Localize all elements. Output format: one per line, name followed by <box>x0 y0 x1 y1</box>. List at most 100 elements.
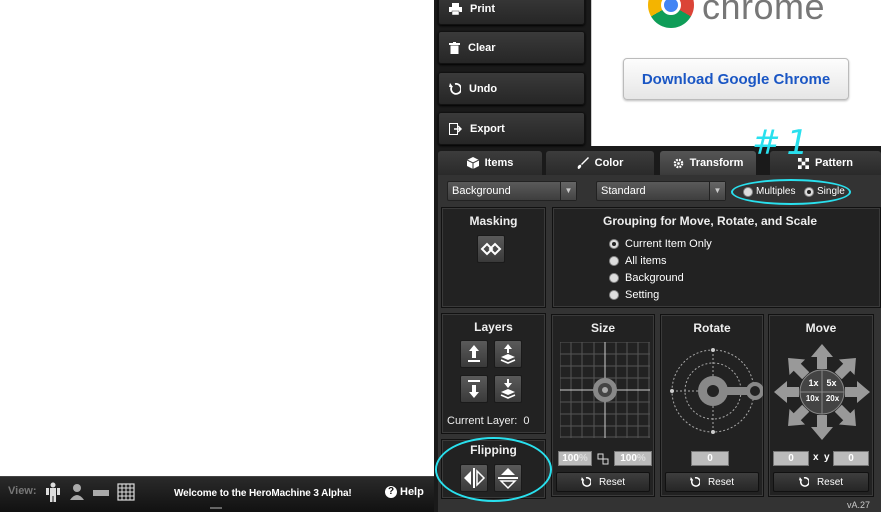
paintbrush-icon <box>577 157 589 169</box>
current-layer-value: 0 <box>523 415 530 427</box>
print-label: Print <box>470 2 496 15</box>
size-width-field[interactable]: 100% <box>558 451 592 466</box>
printer-icon <box>449 2 462 15</box>
flipping-title: Flipping <box>470 443 517 457</box>
grouping-option-background[interactable]: Background <box>609 272 684 284</box>
clear-label: Clear <box>468 41 496 54</box>
lock-aspect-icon[interactable] <box>596 451 610 467</box>
version-label: vA.27 <box>847 500 871 510</box>
move-step-10x-button[interactable]: 10x <box>803 394 822 403</box>
annotation-label: #1 <box>752 123 815 163</box>
move-y-label: y <box>824 452 830 463</box>
flip-horizontal-icon <box>464 468 486 488</box>
mask-icon <box>480 242 502 256</box>
grouping-option-label: Setting <box>625 289 660 301</box>
drawing-canvas[interactable] <box>0 0 434 476</box>
control-panel: Print Clear Undo Export chrome Download … <box>434 0 881 512</box>
flip-vertical-icon <box>498 468 518 490</box>
tab-transform[interactable]: Transform <box>660 151 756 175</box>
flip-vertical-button[interactable] <box>494 464 522 492</box>
undo-icon <box>449 82 461 95</box>
move-title: Move <box>805 321 837 335</box>
arrow-down-icon <box>811 415 833 440</box>
grouping-title: Grouping for Move, Rotate, and Scale <box>603 214 818 228</box>
move-step-5x-button[interactable]: 5x <box>823 378 840 388</box>
size-height-unit: % <box>636 453 646 464</box>
arrow-up-icon <box>811 344 833 369</box>
rotate-reset-label: Reset <box>707 476 735 488</box>
chrome-logo-icon <box>648 0 694 28</box>
masking-panel: Masking <box>441 207 546 308</box>
layers-title: Layers <box>474 320 513 334</box>
full-body-view-icon[interactable] <box>44 482 62 502</box>
banner-view-icon[interactable] <box>92 482 110 502</box>
chrome-logo-text: chrome <box>702 0 826 27</box>
grouping-option-current-item[interactable]: Current Item Only <box>609 238 712 250</box>
tab-color[interactable]: Color <box>546 151 654 175</box>
cube-icon <box>466 157 479 169</box>
tab-items[interactable]: Items <box>438 151 542 175</box>
gear-icon <box>673 158 683 168</box>
multiples-label: Multiples <box>756 186 796 197</box>
undo-label: Undo <box>469 82 498 95</box>
help-icon: ? <box>385 486 397 498</box>
tab-color-label: Color <box>594 157 624 169</box>
tab-transform-label: Transform <box>689 157 744 169</box>
layer-select-value: Background <box>452 185 511 197</box>
undo-icon <box>580 477 591 487</box>
layer-to-top-button[interactable] <box>494 340 522 368</box>
rotate-dial-control[interactable] <box>663 341 763 441</box>
grouping-option-label: Background <box>625 272 684 284</box>
size-height-field[interactable]: 100% <box>614 451 652 466</box>
grid-view-icon[interactable] <box>116 482 136 502</box>
move-reset-button[interactable]: Reset <box>773 472 869 492</box>
chevron-down-icon: ▼ <box>560 182 576 200</box>
layer-to-bottom-button[interactable] <box>494 375 522 403</box>
move-x-field[interactable]: 0 <box>773 451 809 466</box>
flip-horizontal-button[interactable] <box>460 464 488 492</box>
arrow-right-icon <box>845 381 870 403</box>
size-panel: Size 100% 100% Reset <box>551 314 655 497</box>
single-label: Single <box>817 186 845 197</box>
size-reset-button[interactable]: Reset <box>556 472 650 492</box>
send-to-back-icon <box>500 379 516 399</box>
arrow-left-icon <box>774 381 799 403</box>
move-step-1x-button[interactable]: 1x <box>805 378 822 388</box>
move-y-field[interactable]: 0 <box>833 451 869 466</box>
undo-icon <box>798 477 809 487</box>
trash-icon <box>449 41 460 54</box>
move-step-20x-button[interactable]: 20x <box>823 394 842 403</box>
move-reset-label: Reset <box>816 476 844 488</box>
chrome-ad[interactable]: chrome Download Google Chrome <box>591 0 881 146</box>
grouping-option-setting[interactable]: Setting <box>609 289 659 301</box>
tab-items-label: Items <box>484 157 514 169</box>
arrow-up-icon <box>468 345 480 362</box>
flipping-panel: Flipping <box>441 439 546 499</box>
radio-dot <box>609 256 619 266</box>
download-chrome-button[interactable]: Download Google Chrome <box>623 58 849 100</box>
undo-button[interactable]: Undo <box>438 72 585 105</box>
bring-to-front-icon <box>500 344 516 364</box>
rotate-value-field[interactable]: 0 <box>691 451 729 466</box>
welcome-message: Welcome to the HeroMachine 3 Alpha! <box>174 488 352 499</box>
layer-up-button[interactable] <box>460 340 488 368</box>
bust-view-icon[interactable] <box>68 482 86 502</box>
size-height-value: 100 <box>620 453 637 464</box>
multiples-radio-dot <box>743 186 753 197</box>
help-button[interactable]: ? Help <box>385 486 424 498</box>
print-button[interactable]: Print <box>438 0 585 25</box>
layer-select[interactable]: Background ▼ <box>447 181 577 201</box>
export-button[interactable]: Export <box>438 112 585 145</box>
rotate-reset-button[interactable]: Reset <box>665 472 759 492</box>
clear-button[interactable]: Clear <box>438 31 585 64</box>
mode-select[interactable]: Standard ▼ <box>596 181 726 201</box>
resize-handle[interactable] <box>210 507 222 509</box>
single-radio[interactable]: Single <box>804 186 845 197</box>
mask-button[interactable] <box>477 235 505 263</box>
radio-dot <box>609 290 619 300</box>
multiples-radio[interactable]: Multiples <box>743 186 795 197</box>
layer-down-button[interactable] <box>460 375 488 403</box>
move-pad-control[interactable] <box>771 341 873 443</box>
size-grid-control[interactable] <box>560 342 650 438</box>
grouping-option-all-items[interactable]: All items <box>609 255 667 267</box>
